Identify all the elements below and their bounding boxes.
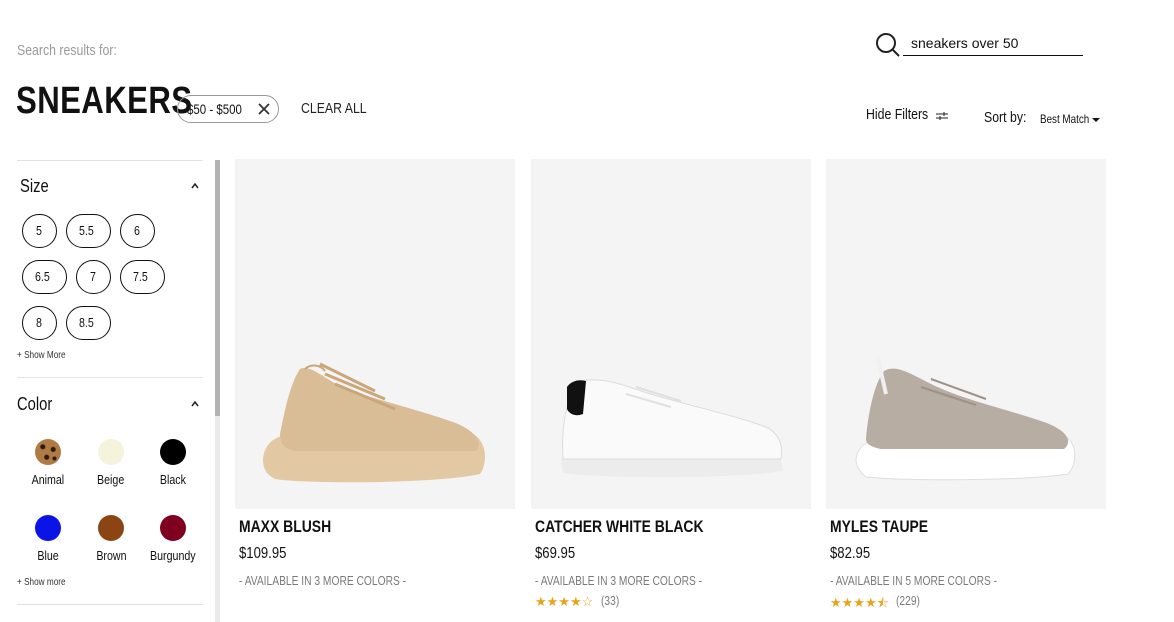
size-option[interactable]: 5	[22, 214, 57, 248]
sneaker-image	[561, 379, 783, 478]
product-image[interactable]	[235, 159, 515, 509]
review-count[interactable]: (229)	[896, 594, 925, 608]
color-label: Black	[159, 472, 187, 487]
product-image[interactable]	[826, 159, 1106, 509]
product-price: $69.95	[535, 545, 576, 562]
animal-print-swatch	[35, 439, 61, 465]
size-option[interactable]: 7	[76, 260, 111, 294]
sneaker-image	[855, 358, 1076, 481]
filter-sliders-icon[interactable]	[936, 111, 948, 121]
sort-by-label: Sort by:	[984, 109, 1027, 126]
color-label: Animal	[31, 472, 65, 487]
active-filter-chip[interactable]: $50 - $500	[177, 95, 279, 123]
product-colors-note: - AVAILABLE IN 3 MORE COLORS -	[535, 574, 703, 588]
active-filter-label: $50 - $500	[187, 101, 242, 117]
review-count[interactable]: (33)	[601, 594, 623, 608]
color-label: Brown	[95, 548, 127, 563]
divider	[17, 604, 203, 605]
hide-filters-button[interactable]: Hide Filters	[866, 106, 942, 123]
size-option[interactable]: 7.5	[120, 260, 165, 294]
chevron-up-icon[interactable]	[191, 400, 199, 408]
sidebar-scrollbar-thumb[interactable]	[215, 160, 220, 416]
product-name[interactable]: MAXX BLUSH	[239, 517, 351, 537]
close-icon[interactable]	[257, 102, 271, 116]
beige-swatch	[98, 439, 124, 465]
star-rating: ★★★★⯪	[830, 595, 889, 610]
product-price: $82.95	[830, 545, 871, 562]
product-image[interactable]	[531, 159, 811, 509]
brown-swatch	[98, 515, 124, 541]
color-label: Blue	[37, 548, 59, 563]
size-show-more-link[interactable]: + Show More	[17, 350, 76, 361]
chevron-up-icon[interactable]	[191, 182, 199, 190]
color-filter-title[interactable]: Color	[17, 394, 60, 415]
color-label: Beige	[97, 472, 125, 487]
size-option[interactable]: 8	[22, 306, 57, 340]
product-colors-note: - AVAILABLE IN 5 MORE COLORS -	[830, 574, 998, 588]
chevron-down-icon[interactable]	[1092, 118, 1100, 122]
color-label: Burgundy	[150, 548, 196, 563]
color-show-more-link[interactable]: + Show more	[17, 577, 76, 588]
star-rating: ★★★★☆	[535, 594, 594, 609]
size-filter-title[interactable]: Size	[20, 176, 55, 197]
clear-all-link[interactable]: CLEAR ALL	[301, 100, 381, 117]
product-price: $109.95	[239, 545, 287, 562]
size-option[interactable]: 6	[120, 214, 155, 248]
size-option[interactable]: 6.5	[22, 260, 67, 294]
blue-swatch	[35, 515, 61, 541]
burgundy-swatch	[160, 515, 186, 541]
black-swatch	[160, 439, 186, 465]
size-option[interactable]: 8.5	[66, 306, 111, 340]
product-colors-note: - AVAILABLE IN 3 MORE COLORS -	[239, 574, 407, 588]
product-name[interactable]: MYLES TAUPE	[830, 517, 950, 537]
divider	[17, 160, 203, 161]
size-option[interactable]: 5.5	[66, 214, 111, 248]
divider	[17, 377, 203, 378]
sneaker-image	[263, 362, 485, 483]
product-name[interactable]: CATCHER WHITE BLACK	[535, 517, 741, 537]
search-input[interactable]	[903, 30, 1083, 56]
search-icon[interactable]	[874, 31, 902, 59]
search-results-label: Search results for:	[17, 42, 117, 59]
